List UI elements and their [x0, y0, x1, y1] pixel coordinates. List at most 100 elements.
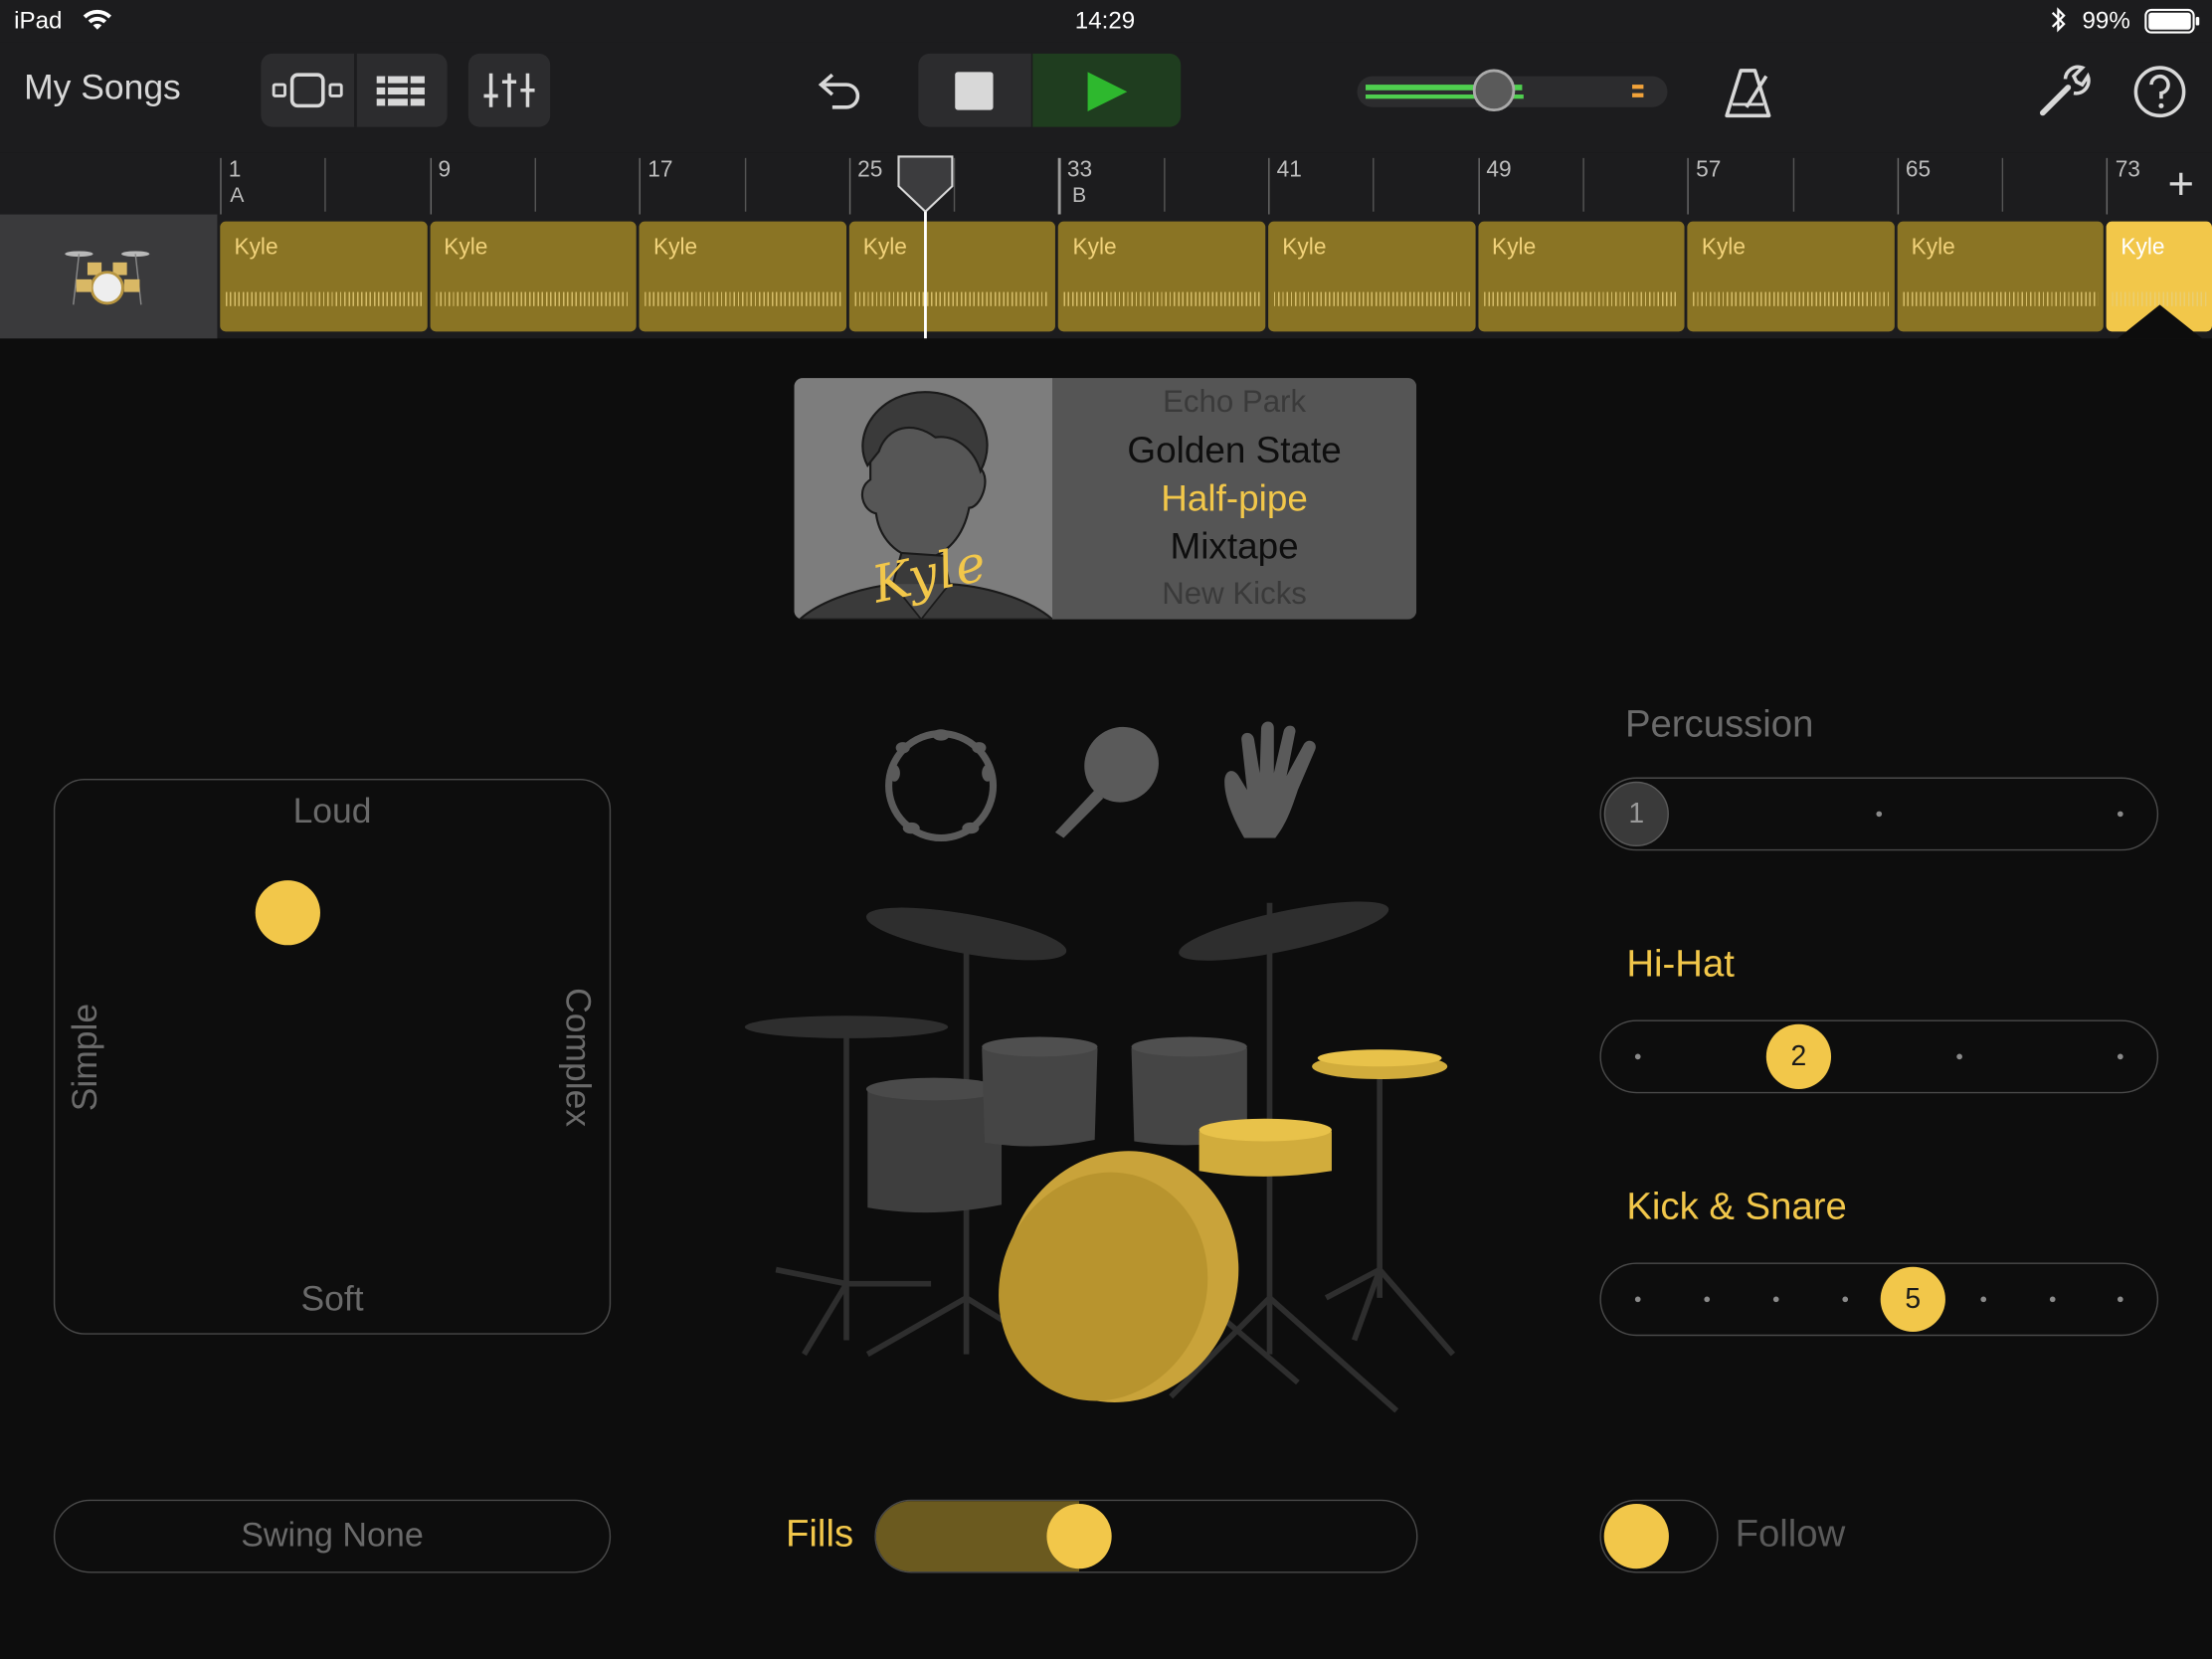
hi-hat	[1312, 1049, 1448, 1080]
playhead[interactable]	[897, 155, 954, 339]
complexity-loudness-pad[interactable]: Loud Soft Simple Complex	[53, 778, 612, 1335]
bar-number: 49	[1486, 157, 1512, 182]
settings-wrench-icon[interactable]	[2031, 60, 2093, 121]
slider-step	[1876, 811, 1883, 818]
drum-kit-illustration	[734, 874, 1468, 1424]
region-menu-caret[interactable]	[2109, 304, 2210, 339]
timeline-ruler[interactable]: 1 9 17 25 33 41 49 57 65 73 A B +	[0, 152, 2212, 217]
swing-button[interactable]: Swing None	[53, 1499, 612, 1573]
mixer-icon[interactable]	[467, 53, 551, 127]
section-marker-b: B	[1071, 183, 1087, 208]
ruler-minor-tick	[324, 157, 327, 212]
tracks-view-icon[interactable]	[270, 62, 348, 118]
style-option[interactable]: Mixtape	[1052, 525, 1416, 569]
ruler-minor-tick	[1792, 157, 1794, 212]
ruler-major-tick	[220, 157, 222, 215]
slider-step	[1704, 1296, 1711, 1303]
region-label: Kyle	[1282, 235, 1327, 260]
hihat-knob[interactable]: 2	[1765, 1023, 1832, 1089]
style-picker[interactable]: Echo Park Golden State Half-pipe Mixtape…	[1052, 378, 1417, 620]
fills-knob[interactable]	[1046, 1503, 1112, 1569]
track-header[interactable]	[0, 214, 218, 339]
ruler-minor-tick	[1163, 157, 1166, 212]
region[interactable]: Kyle	[1268, 221, 1476, 332]
region-label: Kyle	[1492, 235, 1537, 260]
region-waveform	[1483, 291, 1680, 306]
percussion-slider[interactable]: 1	[1599, 777, 2159, 851]
play-button[interactable]	[1032, 53, 1182, 127]
percussion-knob[interactable]: 1	[1603, 781, 1669, 847]
bar-number: 17	[647, 157, 673, 182]
region-label: Kyle	[2120, 235, 2165, 260]
region-waveform	[645, 291, 841, 306]
region[interactable]: Kyle	[639, 221, 846, 332]
kick-snare-knob[interactable]: 5	[1880, 1266, 1945, 1332]
my-songs-button[interactable]: My Songs	[24, 68, 181, 108]
metronome-icon[interactable]	[1719, 62, 1780, 123]
region-label: Kyle	[234, 235, 278, 260]
add-section-button[interactable]: +	[2160, 158, 2203, 209]
tambourine-icon[interactable]	[877, 722, 1005, 843]
style-option[interactable]: Golden State	[1052, 429, 1416, 472]
ruler-major-tick	[1268, 157, 1270, 215]
region-waveform	[1064, 291, 1260, 306]
bar-number: 57	[1696, 157, 1722, 182]
shaker-icon[interactable]	[1044, 719, 1172, 840]
style-option[interactable]: New Kicks	[1052, 576, 1416, 613]
drummer-editor: Kyle Echo Park Golden State Half-pipe Mi…	[0, 338, 2212, 1659]
peak-indicator-2	[1632, 92, 1644, 97]
follow-toggle[interactable]	[1599, 1499, 1719, 1573]
ruler-minor-tick	[1582, 157, 1584, 212]
region-label: Kyle	[444, 235, 488, 260]
slider-step	[1842, 1296, 1849, 1303]
drummer-selector[interactable]: Kyle Echo Park Golden State Half-pipe Mi…	[794, 378, 1417, 620]
region-label: Kyle	[1072, 235, 1117, 260]
pad-label-bottom: Soft	[300, 1279, 364, 1320]
help-icon[interactable]	[2130, 62, 2190, 121]
region[interactable]: Kyle	[1058, 221, 1266, 332]
style-option-selected[interactable]: Half-pipe	[1052, 476, 1416, 520]
control-bar: My Songs	[0, 42, 2212, 153]
drum-kit-icon	[65, 251, 150, 305]
slider-step	[2049, 1296, 2056, 1303]
region[interactable]: Kyle	[220, 221, 428, 332]
undo-icon[interactable]	[807, 60, 868, 121]
clap-hand-icon[interactable]	[1213, 719, 1326, 840]
snare	[1198, 1118, 1332, 1177]
region[interactable]: Kyle	[1687, 221, 1895, 332]
bar-number: 33	[1066, 157, 1093, 182]
percussion-label: Percussion	[1624, 702, 1814, 745]
fills-slider[interactable]	[874, 1499, 1418, 1573]
region[interactable]: Kyle	[1897, 221, 2105, 332]
ruler-major-tick	[1687, 157, 1690, 215]
bar-number: 41	[1276, 157, 1302, 182]
kick-snare-slider[interactable]: 5	[1599, 1262, 2159, 1337]
section-marker-a: A	[230, 183, 245, 208]
region[interactable]: Kyle	[430, 221, 637, 332]
master-volume-slider[interactable]	[1357, 69, 1668, 112]
region[interactable]: Kyle	[1477, 221, 1685, 332]
drummer-track: Kyle Kyle Kyle Kyle Kyle Kyle Kyle Kyle Kyle Kyle	[0, 214, 2212, 339]
region-waveform	[1903, 291, 2099, 306]
pad-label-right: Complex	[557, 988, 598, 1128]
region-label: Kyle	[1911, 235, 1955, 260]
battery-percent: 99%	[2082, 7, 2130, 35]
wifi-icon	[82, 7, 112, 40]
volume-knob[interactable]	[1473, 69, 1516, 112]
pad-puck[interactable]	[255, 880, 321, 946]
slider-step	[1772, 1296, 1779, 1303]
hihat-slider[interactable]: 2	[1599, 1019, 2159, 1094]
style-option[interactable]: Echo Park	[1052, 384, 1416, 421]
drummer-portrait[interactable]: Kyle	[794, 378, 1054, 620]
track-list-icon[interactable]	[365, 62, 439, 118]
ruler-minor-tick	[2001, 157, 2004, 212]
battery-icon	[2144, 8, 2201, 42]
region-waveform	[1693, 291, 1889, 306]
slider-step	[1956, 1053, 1962, 1060]
garageband-drummer-screen: iPad 14:29 99% My Songs 1 9 17 25 33 41 …	[0, 0, 2212, 1659]
bluetooth-icon	[2050, 6, 2067, 41]
status-bar: iPad 14:29 99%	[0, 0, 2212, 43]
follow-toggle-knob	[1603, 1503, 1669, 1569]
slider-step	[2117, 1053, 2123, 1060]
stop-button[interactable]	[918, 53, 1031, 127]
